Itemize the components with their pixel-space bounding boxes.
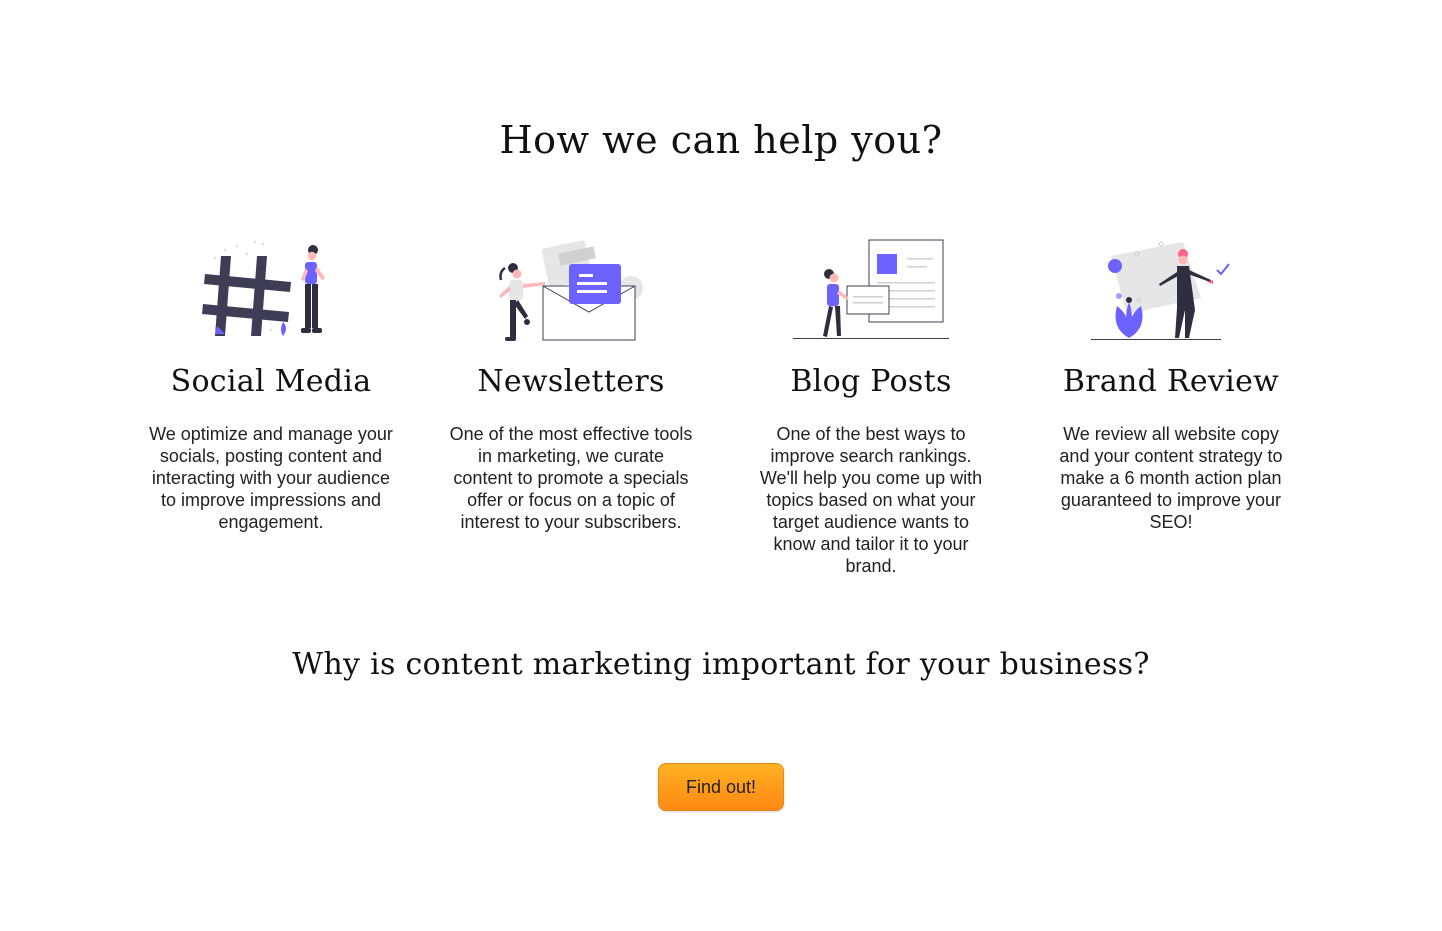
checklist-illustration-icon — [1091, 241, 1230, 340]
service-description: One of the most effective tools in marke… — [449, 424, 693, 532]
service-description: We review all website copy and your cont… — [1059, 424, 1283, 532]
service-card-brand-review: Brand Review We review all website copy … — [1021, 238, 1321, 577]
service-description: We optimize and manage your socials, pos… — [149, 424, 393, 532]
service-title: Social Media — [170, 364, 372, 399]
documents-illustration-icon — [793, 239, 949, 339]
service-card-blog-posts: Blog Posts One of the best ways to impro… — [721, 238, 1021, 577]
page-heading: How we can help you? — [499, 118, 943, 162]
service-description: One of the best ways to improve search r… — [759, 424, 983, 576]
section-subheading: Why is content marketing important for y… — [292, 647, 1150, 682]
services-row: Social Media We optimize and manage your… — [121, 238, 1321, 577]
service-card-newsletters: Newsletters One of the most effective to… — [421, 238, 721, 577]
service-card-social-media: Social Media We optimize and manage your… — [121, 238, 421, 577]
envelope-illustration-icon — [499, 240, 643, 341]
hashtag-illustration-icon — [202, 240, 325, 336]
service-title: Blog Posts — [790, 364, 952, 399]
find-out-button[interactable]: Find out! — [658, 763, 784, 811]
service-title: Brand Review — [1062, 364, 1280, 399]
service-title: Newsletters — [477, 364, 665, 399]
